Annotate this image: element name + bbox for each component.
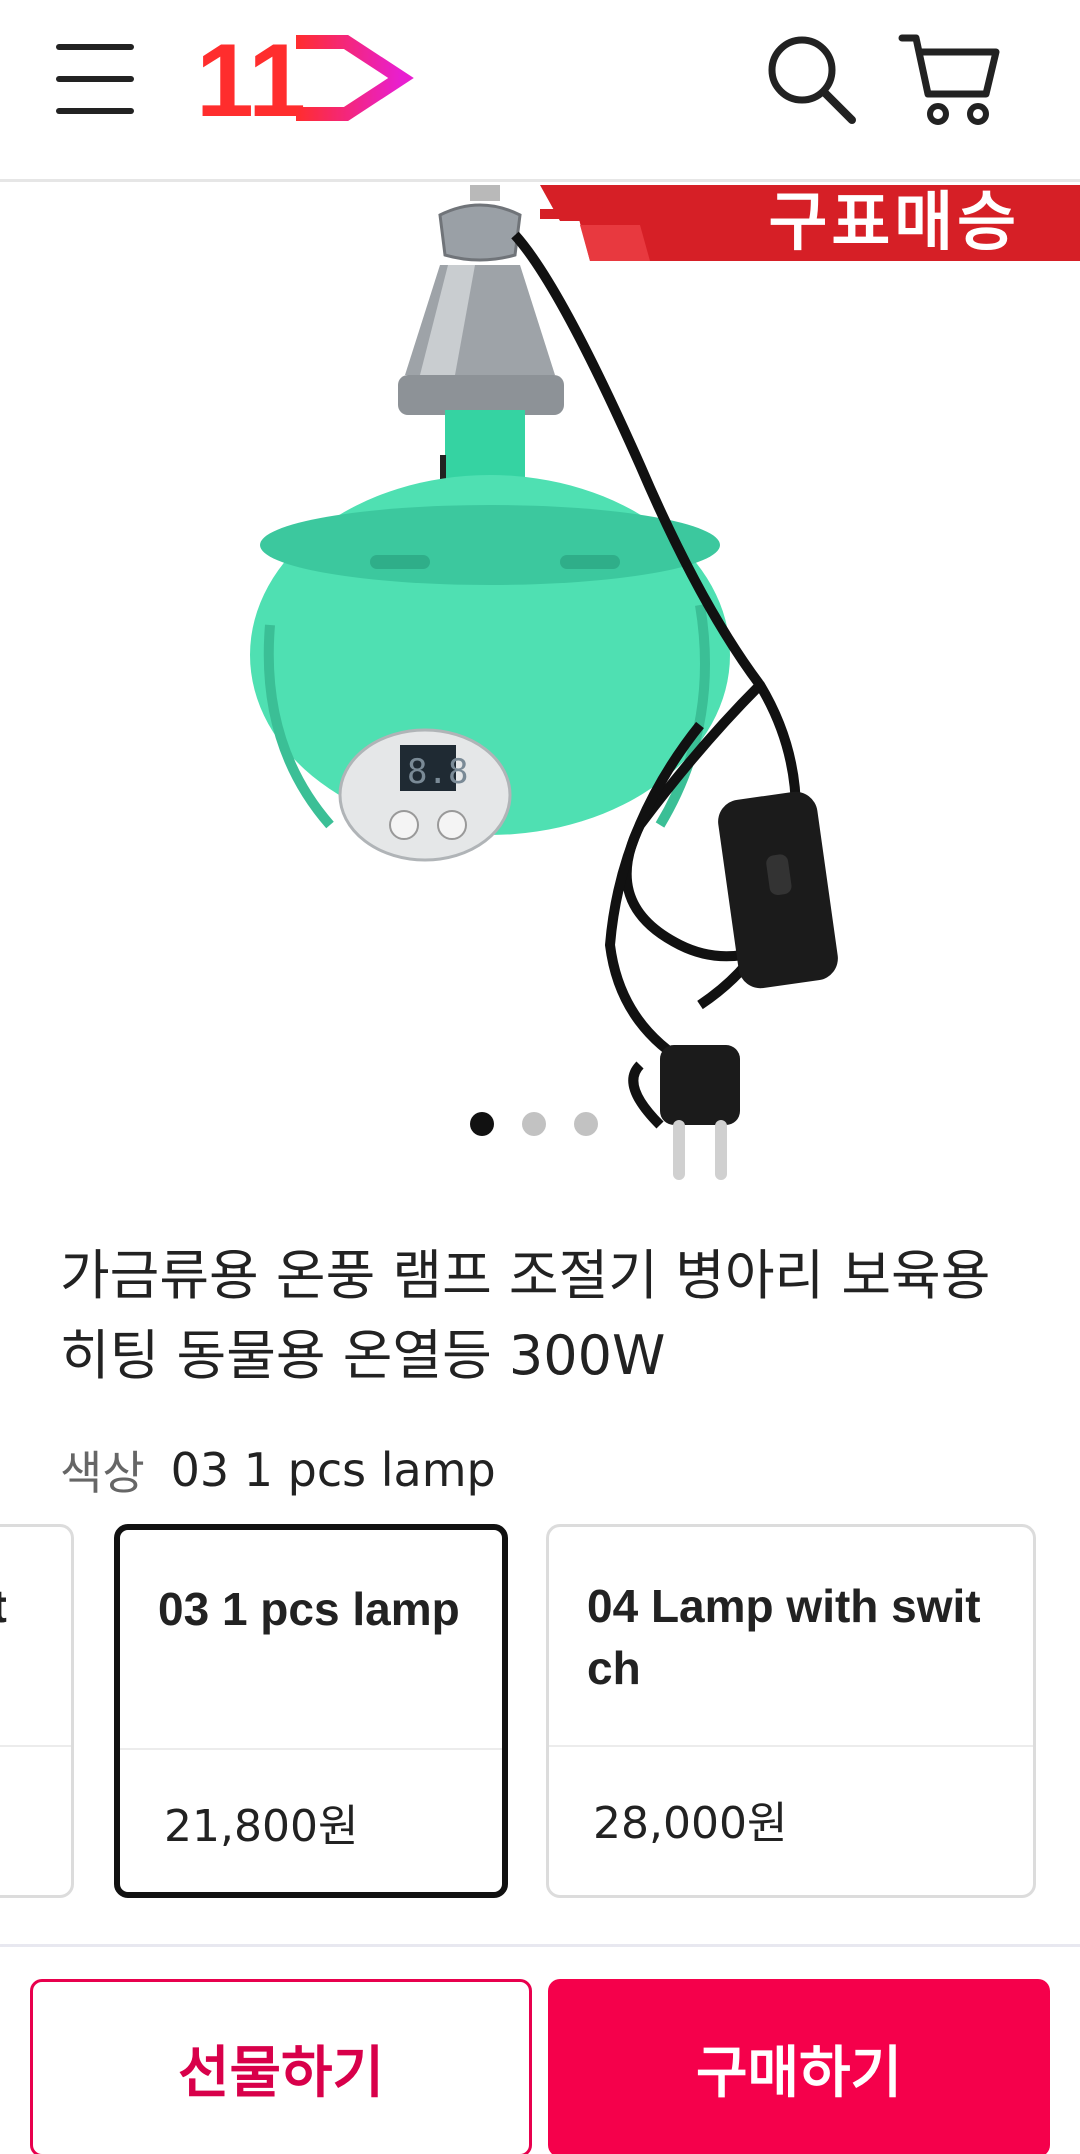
cart-icon[interactable] — [898, 30, 1000, 126]
option-card-divider — [0, 1745, 71, 1747]
product-image-carousel[interactable]: 8.8 구표매승 — [0, 185, 1080, 1195]
option-card[interactable]: 04 Lamp with swit ch 28,000원 — [546, 1524, 1036, 1898]
product-title: 가금류용 온풍 램프 조절기 병아리 보육용 히팅 동물용 온열등 300W — [60, 1236, 1020, 1396]
option-card-name: wit — [0, 1575, 61, 1637]
gift-button[interactable]: 선물하기 — [30, 1979, 532, 2154]
option-card-price: 21,800원 — [164, 1801, 359, 1852]
brand-logo[interactable]: 11 — [196, 28, 416, 128]
promo-banner-text: 구표매승 — [768, 186, 1020, 260]
product-photo: 8.8 — [250, 185, 1080, 1180]
logo-text: 11 — [196, 28, 306, 128]
product-title-line-1: 가금류용 온풍 램프 조절기 병아리 보육용 — [60, 1244, 991, 1307]
option-card-divider — [120, 1748, 502, 1750]
carousel-indicator — [470, 1112, 598, 1136]
option-summary: 색상 03 1 pcs lamp — [60, 1440, 496, 1500]
top-header: 11 — [0, 0, 1080, 182]
option-card-price: 28,000원 — [593, 1798, 788, 1849]
product-title-line-2: 히팅 동물용 온열등 300W — [60, 1324, 666, 1387]
bottom-action-bar: 선물하기 구매하기 — [0, 1944, 1080, 2154]
promo-banner: 구표매승 — [520, 185, 1080, 261]
option-card-divider — [549, 1745, 1033, 1747]
option-card-selected[interactable]: 03 1 pcs lamp 21,800원 — [114, 1524, 508, 1898]
carousel-dot-3[interactable] — [574, 1112, 598, 1136]
search-icon[interactable] — [764, 32, 856, 124]
svg-text:8.8: 8.8 — [407, 752, 468, 792]
option-card-name: 04 Lamp with swit ch — [587, 1580, 981, 1694]
option-card-name: 03 1 pcs lamp — [158, 1583, 460, 1635]
carousel-dot-2[interactable] — [522, 1112, 546, 1136]
menu-icon[interactable] — [56, 40, 138, 114]
option-card-partial[interactable]: wit — [0, 1524, 74, 1898]
carousel-dot-1[interactable] — [470, 1112, 494, 1136]
option-label: 색상 — [60, 1446, 145, 1500]
option-selected-value: 03 1 pcs lamp — [170, 1443, 496, 1497]
buy-button[interactable]: 구매하기 — [548, 1979, 1050, 2154]
option-card-list[interactable]: wit 03 1 pcs lamp 21,800원 04 Lamp with s… — [0, 1524, 1080, 1898]
